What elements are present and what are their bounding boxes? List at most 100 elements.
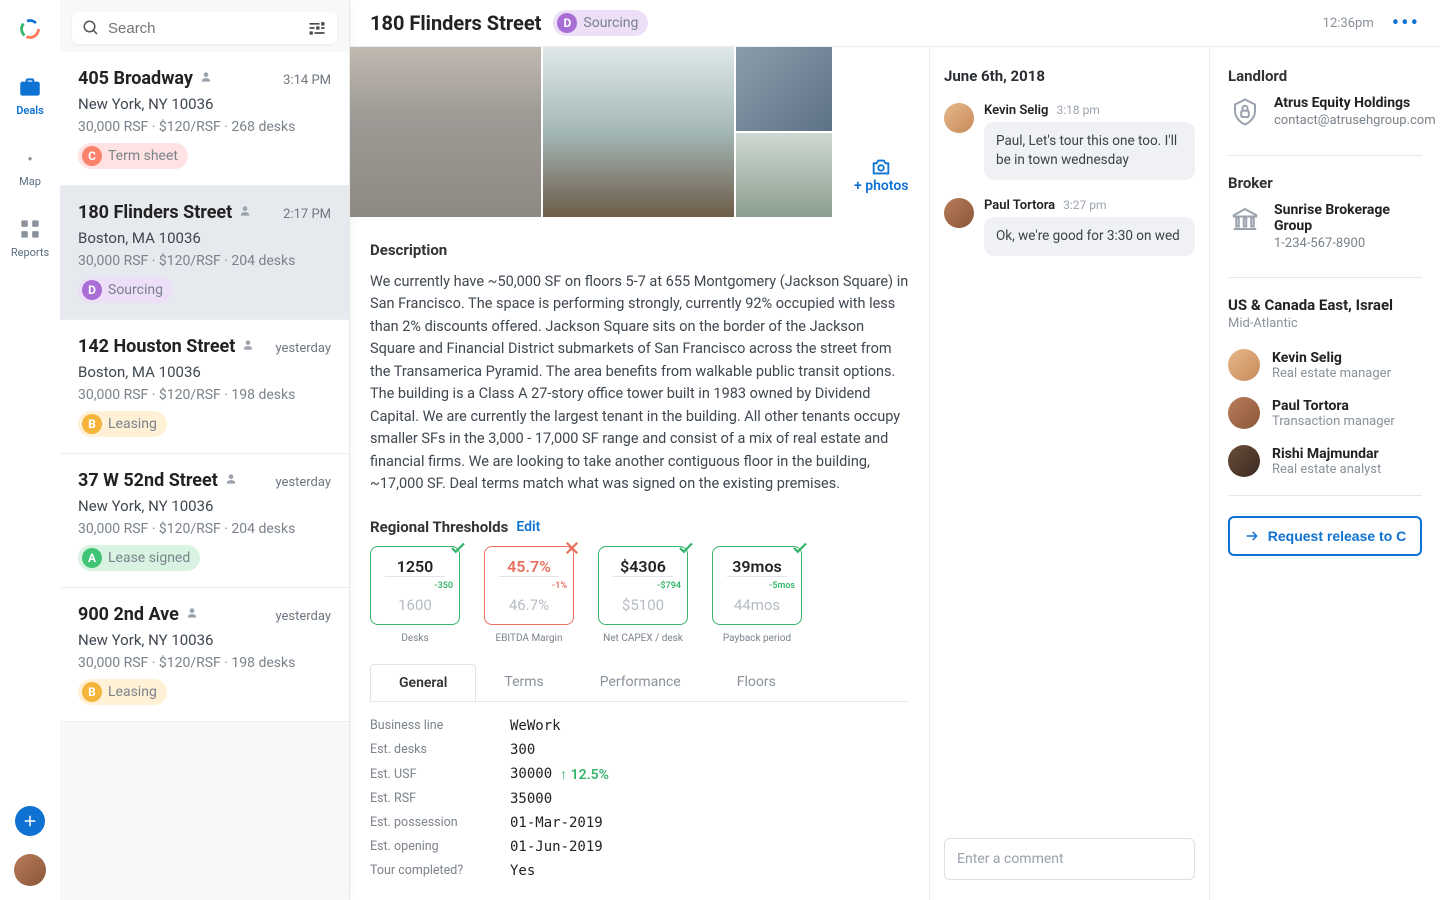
stage-label: Sourcing bbox=[583, 15, 638, 31]
stage-badge: B bbox=[82, 414, 102, 434]
current-user-avatar[interactable] bbox=[14, 854, 46, 886]
kv-row: Tour completed?Yes bbox=[370, 859, 909, 883]
comments-column: June 6th, 2018 Kevin Selig3:18 pmPaul, L… bbox=[930, 47, 1210, 900]
photo-thumb[interactable] bbox=[736, 47, 832, 131]
photo-thumb[interactable] bbox=[834, 47, 930, 131]
photo-thumb[interactable] bbox=[736, 133, 832, 217]
nav-rail: Deals ● Map Reports bbox=[0, 0, 60, 900]
stage-badge: D bbox=[557, 13, 577, 33]
comment-message: Paul Tortora3:27 pmOk, we're good for 3:… bbox=[944, 198, 1195, 256]
kv-value: 01-Mar-2019 bbox=[510, 815, 603, 831]
kv-row: Est. possession01-Mar-2019 bbox=[370, 811, 909, 835]
team-member[interactable]: Paul TortoraTransaction manager bbox=[1228, 397, 1422, 429]
stage-label: Leasing bbox=[108, 416, 157, 432]
photo-thumb[interactable] bbox=[543, 47, 734, 217]
nav-reports[interactable]: Reports bbox=[11, 216, 49, 259]
deal-card[interactable]: 142 Houston Street yesterday Boston, MA 10… bbox=[60, 320, 349, 454]
nav-map[interactable]: ● Map bbox=[17, 145, 43, 188]
region-subtitle: Mid-Atlantic bbox=[1228, 316, 1422, 331]
team-member-role: Real estate analyst bbox=[1272, 462, 1381, 477]
team-member[interactable]: Rishi MajmundarReal estate analyst bbox=[1228, 445, 1422, 477]
kv-trend: ↑ 12.5% bbox=[560, 766, 609, 783]
search-input[interactable] bbox=[108, 20, 307, 37]
deal-stats: 30,000 RSF · $120/RSF · 198 desks bbox=[78, 655, 331, 671]
threshold-delta: -$794 bbox=[605, 581, 681, 591]
camera-icon bbox=[870, 156, 892, 178]
thresholds-edit-link[interactable]: Edit bbox=[516, 519, 540, 535]
deal-time: 3:14 PM bbox=[283, 73, 331, 88]
deal-card[interactable]: 180 Flinders Street2:17 PMBoston, MA 100… bbox=[60, 186, 349, 320]
kv-value: 01-Jun-2019 bbox=[510, 839, 603, 855]
team-member-role: Transaction manager bbox=[1272, 414, 1395, 429]
comment-time: 3:18 pm bbox=[1056, 103, 1099, 117]
threshold-card: $4306 -$794 $5100 bbox=[598, 546, 688, 625]
deal-time: yesterday bbox=[275, 341, 331, 356]
comment-text: Paul, Let's tour this one too. I'll be i… bbox=[984, 122, 1195, 180]
person-icon bbox=[185, 606, 199, 620]
kv-row: Est. opening01-Jun-2019 bbox=[370, 835, 909, 859]
threshold-value: $4306 bbox=[605, 557, 681, 576]
threshold-card: 45.7%-1%46.7% bbox=[484, 546, 574, 625]
check-icon bbox=[449, 539, 467, 557]
landlord-heading: Landlord bbox=[1228, 67, 1422, 85]
threshold-target: 44mos bbox=[719, 596, 795, 614]
bank-icon bbox=[1228, 202, 1262, 236]
landlord-contact: contact@atrusehgroup.com bbox=[1274, 113, 1436, 128]
deal-card[interactable]: 37 W 52nd StreetyesterdayNew York, NY 10… bbox=[60, 454, 349, 588]
comment-text: Ok, we're good for 3:30 on wed bbox=[984, 217, 1195, 256]
deal-address: 180 Flinders Street bbox=[78, 202, 232, 223]
tab-general[interactable]: General bbox=[370, 664, 476, 701]
deal-address: 142 Houston Street bbox=[78, 336, 235, 357]
stage-label: Sourcing bbox=[108, 282, 163, 298]
landlord-name: Atrus Equity Holdings bbox=[1274, 95, 1436, 111]
deal-stats: 30,000 RSF · $120/RSF · 268 desks bbox=[78, 119, 331, 135]
team-member-role: Real estate manager bbox=[1272, 366, 1391, 381]
page-title: 180 Flinders Street bbox=[370, 11, 541, 35]
add-photos-button[interactable]: + photos bbox=[834, 133, 930, 217]
more-menu-icon[interactable]: ••• bbox=[1392, 11, 1420, 36]
photo-thumb[interactable] bbox=[350, 47, 541, 217]
filter-icon[interactable] bbox=[307, 18, 327, 38]
comment-author: Kevin Selig bbox=[984, 103, 1048, 118]
app-logo-icon bbox=[15, 14, 45, 44]
stage-badge: B bbox=[82, 682, 102, 702]
tab-terms[interactable]: Terms bbox=[476, 664, 571, 701]
add-button[interactable] bbox=[15, 806, 45, 836]
kv-key: Est. possession bbox=[370, 815, 510, 830]
threshold-target: 46.7% bbox=[491, 596, 567, 614]
meta-column: Landlord Atrus Equity Holdings contact@a… bbox=[1210, 47, 1440, 900]
team-member[interactable]: Kevin SeligReal estate manager bbox=[1228, 349, 1422, 381]
nav-deals[interactable]: Deals bbox=[16, 74, 44, 117]
threshold-value: 1250 bbox=[377, 557, 453, 576]
threshold-label: EBITDA Margin bbox=[484, 633, 574, 644]
deal-stats: 30,000 RSF · $120/RSF · 204 desks bbox=[78, 253, 331, 269]
deal-location: Boston, MA 10036 bbox=[78, 363, 331, 381]
search-icon bbox=[82, 19, 100, 37]
team-member-name: Kevin Selig bbox=[1272, 350, 1391, 366]
threshold-target: $5100 bbox=[605, 596, 681, 614]
search-bar[interactable] bbox=[72, 12, 337, 44]
tab-floors[interactable]: Floors bbox=[709, 664, 804, 701]
comment-input[interactable]: Enter a comment bbox=[944, 838, 1195, 880]
threshold-value: 39mos bbox=[719, 557, 795, 576]
deal-card[interactable]: 405 Broadway3:14 PMNew York, NY 1003630,… bbox=[60, 52, 349, 186]
kv-value: Yes bbox=[510, 863, 535, 879]
deal-list-panel: 405 Broadway3:14 PMNew York, NY 1003630,… bbox=[60, 0, 350, 900]
request-release-button[interactable]: Request release to C bbox=[1228, 516, 1422, 556]
threshold-value: 45.7% bbox=[491, 557, 567, 576]
threshold-card: 1250-3501600 bbox=[370, 546, 460, 625]
stage-pill: DSourcing bbox=[78, 277, 173, 303]
deal-location: New York, NY 10036 bbox=[78, 497, 331, 515]
deal-card[interactable]: 900 2nd AveyesterdayNew York, NY 1003630… bbox=[60, 588, 349, 722]
tab-performance[interactable]: Performance bbox=[572, 664, 709, 701]
deal-stats: 30,000 RSF · $120/RSF · 204 desks bbox=[78, 521, 331, 537]
avatar bbox=[944, 198, 974, 228]
thresholds-heading: Regional Thresholds bbox=[370, 518, 508, 536]
avatar bbox=[1228, 397, 1260, 429]
threshold-delta: -350 bbox=[377, 581, 453, 591]
threshold-label: Net CAPEX / desk bbox=[598, 633, 688, 644]
deal-address: 37 W 52nd Street bbox=[78, 470, 218, 491]
comment-time: 3:27 pm bbox=[1063, 198, 1106, 212]
threshold-label: Payback period bbox=[712, 633, 802, 644]
stage-badge: A bbox=[82, 548, 102, 568]
